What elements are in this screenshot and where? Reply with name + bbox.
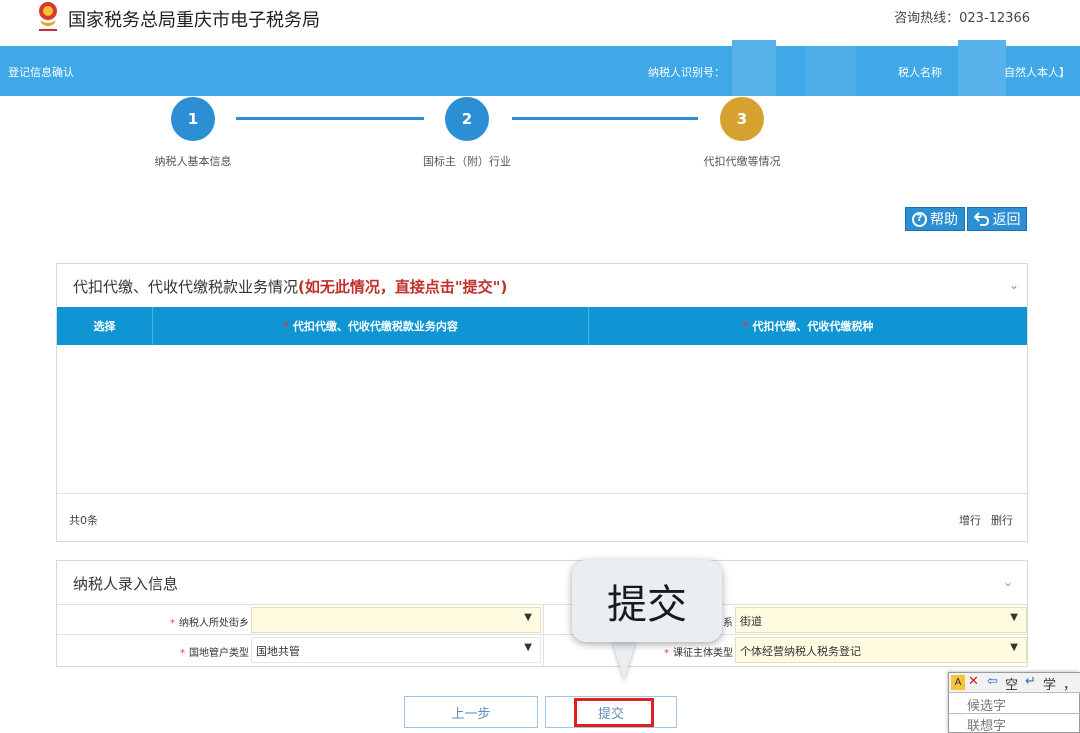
ime-toolbar: A ✕ ⇦ 空 ↵ 学 ， bbox=[949, 673, 1080, 693]
step-connector bbox=[512, 117, 698, 120]
taxpayer-entry-panel: 纳税人录入信息 ⌄ * 纳税人所处街乡 ▼ 系 街道 ▼ * 国地管户类型 国地共管… bbox=[56, 560, 1028, 667]
chevron-down-icon[interactable]: ⌄ bbox=[1009, 278, 1019, 292]
chevron-down-icon[interactable]: ⌄ bbox=[1003, 575, 1013, 589]
dropdown-arrow-icon: ▼ bbox=[1010, 612, 1018, 623]
step-2-indicator[interactable]: 2 bbox=[445, 97, 489, 141]
field-street-label: * 纳税人所处街乡 bbox=[170, 618, 249, 629]
field-levy-subject-label: * 课征主体类型 bbox=[664, 648, 733, 659]
help-button[interactable]: ? 帮助 bbox=[905, 207, 965, 231]
step-3-label: 代扣代缴等情况 bbox=[703, 155, 781, 168]
callout-tail bbox=[612, 640, 636, 680]
withholding-panel-title: 代扣代缴、代收代缴税款业务情况(如无此情况，直接点击"提交") bbox=[73, 278, 508, 296]
withholding-panel: 代扣代缴、代收代缴税款业务情况(如无此情况，直接点击"提交") ⌄ 选择 * 代扣… bbox=[56, 263, 1028, 542]
col-tax-type: * 代扣代缴、代收代缴税种 bbox=[742, 319, 874, 334]
previous-step-button[interactable]: 上一步 bbox=[404, 696, 538, 728]
tax-bureau-emblem-icon bbox=[34, 0, 62, 36]
dropdown-arrow-icon: ▼ bbox=[524, 642, 532, 653]
back-label: 返回 bbox=[992, 212, 1021, 228]
question-circle-icon: ? bbox=[912, 211, 927, 227]
levy-subject-select[interactable]: 个体经营纳税人税务登记 ▼ bbox=[735, 637, 1027, 663]
taxpayer-name-label: 税人名称 bbox=[898, 66, 942, 79]
step-1-label: 纳税人基本信息 bbox=[154, 155, 232, 168]
return-arrow-icon bbox=[973, 212, 990, 226]
ime-candidate-row[interactable]: 候选字 bbox=[967, 695, 1006, 714]
step-3-indicator: 3 bbox=[720, 97, 764, 141]
ime-learn-button[interactable]: 学 bbox=[1043, 674, 1056, 693]
taxpayer-info-bar: 登记信息确认 纳税人识别号： 税人名称 自然人本人】 bbox=[0, 40, 1080, 96]
dropdown-arrow-icon: ▼ bbox=[1010, 642, 1018, 653]
street-select[interactable]: ▼ bbox=[251, 607, 541, 633]
withholding-table-header: 选择 * 代扣代缴、代收代缴税款业务内容 * 代扣代缴、代收代缴税种 bbox=[57, 307, 1027, 345]
site-title: 国家税务总局重庆市电子税务局 bbox=[68, 10, 320, 31]
delete-row-button[interactable]: 删行 bbox=[991, 512, 1013, 528]
hotline-text: 咨询热线：023-12366 bbox=[894, 11, 1030, 26]
step-1-indicator[interactable]: 1 bbox=[171, 97, 215, 141]
ime-candidate-window: A ✕ ⇦ 空 ↵ 学 ， 候选字 联想字 bbox=[948, 672, 1080, 733]
ime-association-row[interactable]: 联想字 bbox=[967, 715, 1006, 733]
add-row-button[interactable]: 增行 bbox=[959, 512, 981, 528]
ime-logo-icon: A bbox=[951, 675, 965, 690]
help-label: 帮助 bbox=[930, 212, 958, 228]
ime-punct-button[interactable]: ， bbox=[1063, 674, 1076, 693]
redacted-taxpayer-name bbox=[958, 40, 1006, 96]
redacted-block bbox=[806, 46, 856, 96]
submit-highlight-box bbox=[574, 698, 654, 727]
ime-back-icon[interactable]: ⇦ bbox=[987, 674, 998, 689]
ime-enter-icon[interactable]: ↵ bbox=[1025, 674, 1036, 689]
step-2-label: 国标主（附）行业 bbox=[423, 155, 511, 168]
redacted-taxpayer-id bbox=[732, 40, 776, 96]
step-connector bbox=[236, 117, 424, 120]
back-button[interactable]: 返回 bbox=[967, 207, 1027, 231]
divider bbox=[57, 493, 1027, 494]
dropdown-arrow-icon: ▼ bbox=[524, 612, 532, 623]
submit-callout: 提交 bbox=[572, 560, 722, 642]
page-name: 登记信息确认 bbox=[8, 66, 74, 79]
withholding-note: (如无此情况，直接点击"提交") bbox=[298, 278, 508, 296]
relation-select[interactable]: 街道 ▼ bbox=[735, 607, 1027, 633]
taxpayer-name-suffix: 自然人本人】 bbox=[1004, 66, 1070, 79]
taxpayer-panel-title: 纳税人录入信息 bbox=[73, 575, 179, 593]
record-count: 共0条 bbox=[69, 514, 98, 527]
field-management-type-label: * 国地管户类型 bbox=[180, 648, 249, 659]
col-select: 选择 bbox=[57, 307, 153, 345]
ime-space-button[interactable]: 空 bbox=[1005, 674, 1018, 693]
withholding-table-body bbox=[57, 345, 1027, 493]
management-type-select[interactable]: 国地共管 ▼ bbox=[251, 637, 541, 663]
taxpayer-id-label: 纳税人识别号： bbox=[648, 66, 725, 79]
col-business-content: * 代扣代缴、代收代缴税款业务内容 bbox=[153, 307, 589, 345]
ime-close-icon[interactable]: ✕ bbox=[968, 674, 979, 689]
